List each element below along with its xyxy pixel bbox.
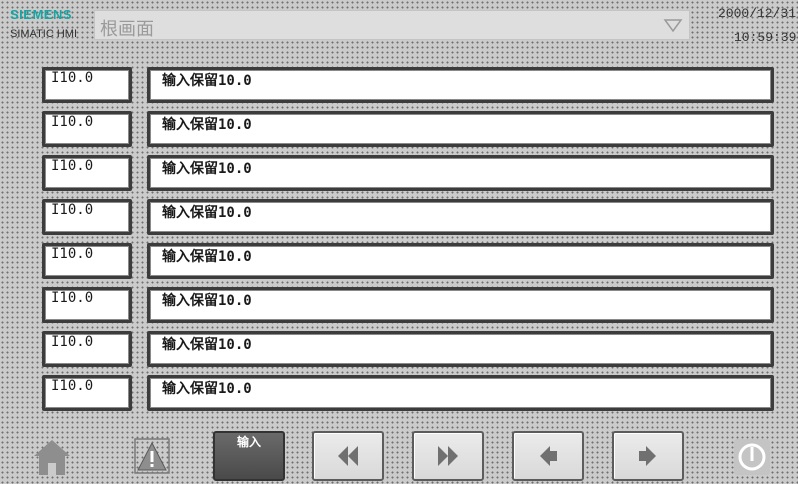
header-bar: SIEMENS SIMATIC HMI 根画面 2000/12/31 10:59… — [0, 0, 798, 48]
previous-button[interactable] — [512, 431, 584, 481]
home-button[interactable] — [16, 431, 88, 481]
next-button[interactable] — [612, 431, 684, 481]
first-page-button[interactable] — [312, 431, 384, 481]
description-field[interactable]: 输入保留10.0 — [147, 155, 774, 191]
arrow-right-icon — [639, 446, 656, 466]
description-field[interactable]: 输入保留10.0 — [147, 287, 774, 323]
product-name: SIMATIC HMI — [10, 28, 78, 40]
input-button-label: 输入 — [236, 435, 261, 449]
description-field[interactable]: 输入保留10.0 — [147, 331, 774, 367]
input-button[interactable]: 输入 — [213, 431, 285, 481]
description-field[interactable]: 输入保留10.0 — [147, 375, 774, 411]
description-field[interactable]: 输入保留10.0 — [147, 243, 774, 279]
double-chevron-right-icon — [438, 446, 458, 466]
exit-button[interactable] — [716, 431, 788, 481]
alarm-button[interactable] — [116, 431, 188, 481]
address-field[interactable]: I10.0 — [42, 287, 132, 323]
address-field[interactable]: I10.0 — [42, 111, 132, 147]
address-field[interactable]: I10.0 — [42, 243, 132, 279]
chevron-down-icon — [663, 19, 683, 33]
address-field[interactable]: I10.0 — [42, 375, 132, 411]
address-field[interactable]: I10.0 — [42, 199, 132, 235]
warning-icon — [134, 438, 170, 474]
address-field[interactable]: I10.0 — [42, 331, 132, 367]
date-display: 2000/12/31 — [718, 6, 797, 21]
description-field[interactable]: 输入保留10.0 — [147, 111, 774, 147]
time-display: 10:59:39 — [734, 30, 797, 45]
address-field[interactable]: I10.0 — [42, 67, 132, 103]
screen-name: 根画面 — [100, 19, 154, 40]
address-field[interactable]: I10.0 — [42, 155, 132, 191]
arrow-left-icon — [540, 446, 557, 466]
home-icon — [34, 440, 70, 475]
description-field[interactable]: 输入保留10.0 — [147, 67, 774, 103]
double-chevron-left-icon — [338, 446, 358, 466]
last-page-button[interactable] — [412, 431, 484, 481]
description-field[interactable]: 输入保留10.0 — [147, 199, 774, 235]
screen-selector[interactable]: 根画面 — [94, 10, 690, 40]
brand-logo: SIEMENS — [10, 7, 73, 22]
exit-icon — [734, 439, 770, 475]
